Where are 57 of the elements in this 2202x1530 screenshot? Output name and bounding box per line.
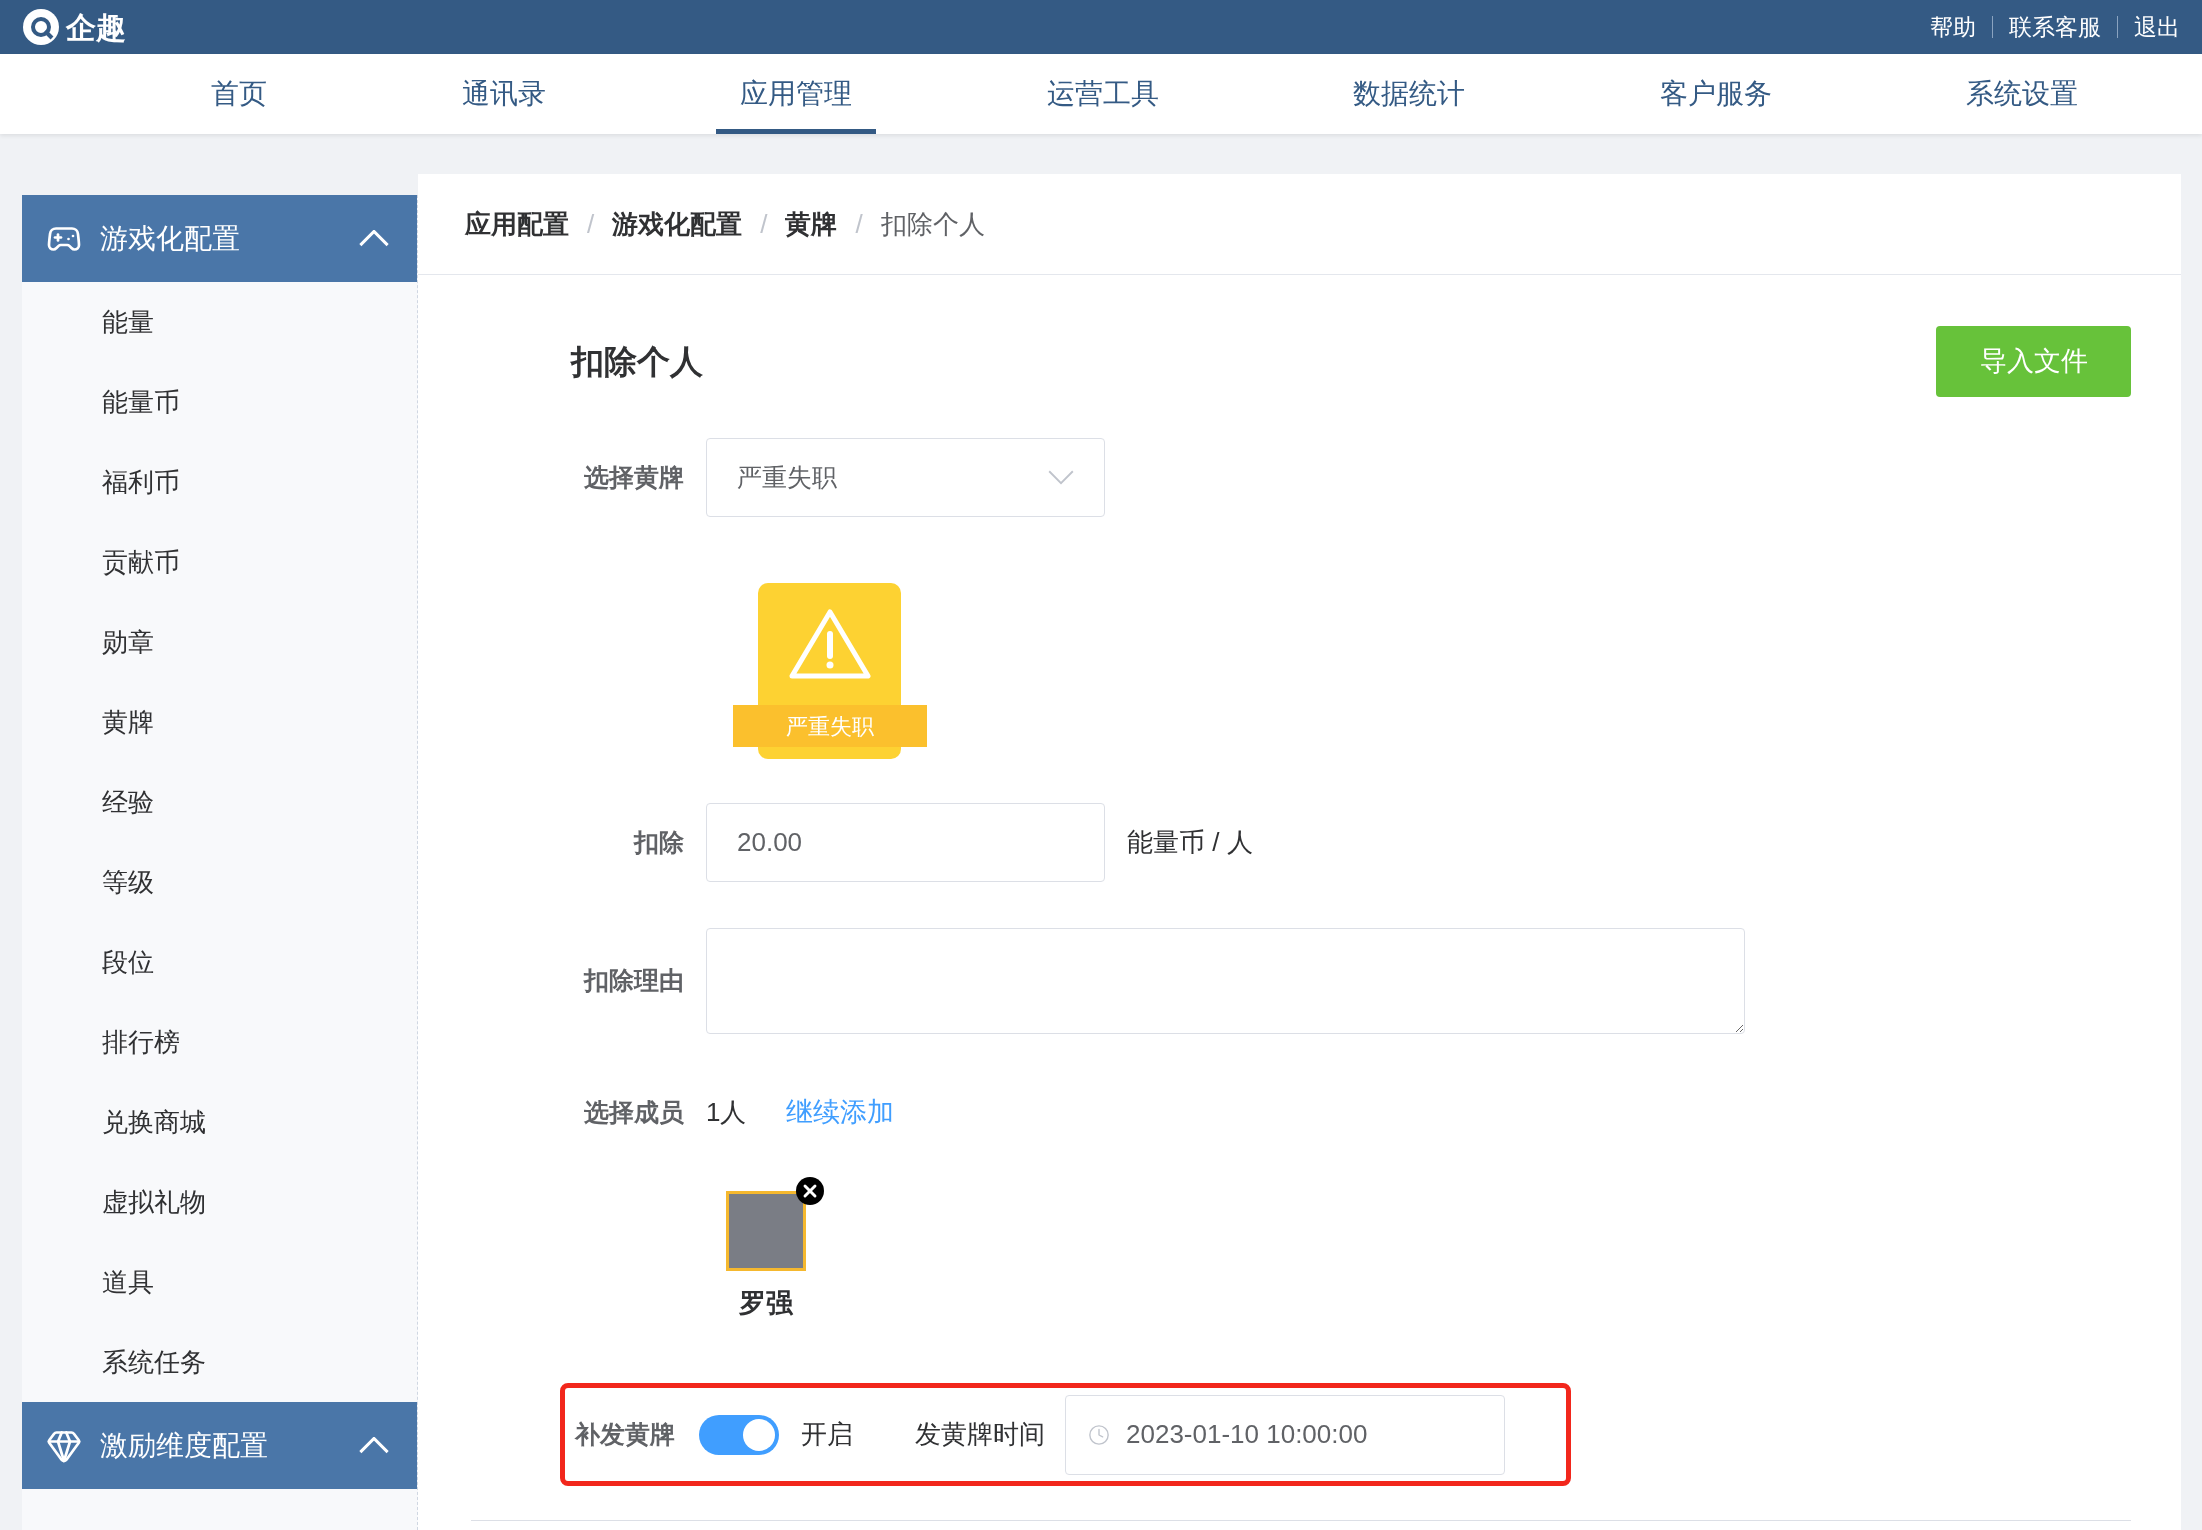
sidebar-item[interactable]: 段位 bbox=[102, 942, 154, 982]
sidebar-item[interactable]: 道具 bbox=[102, 1262, 154, 1302]
sidebar-item[interactable]: 勋章 bbox=[102, 622, 154, 662]
field-label: 扣除理由 bbox=[582, 965, 685, 997]
logo-icon bbox=[22, 8, 60, 46]
nav-tab[interactable]: 系统设置 bbox=[1942, 54, 2102, 134]
field-label: 选择黄牌 bbox=[583, 461, 685, 493]
field-label: 选择成员 bbox=[583, 1096, 685, 1128]
field-label: 补发黄牌 bbox=[573, 1418, 675, 1450]
sidebar-group-header[interactable]: 激励维度配置 bbox=[22, 1402, 417, 1489]
close-icon[interactable] bbox=[796, 1176, 824, 1205]
page-title: 扣除个人 bbox=[571, 341, 703, 382]
switch-state: 开启 bbox=[801, 1418, 853, 1451]
header-link[interactable]: 帮助 bbox=[1930, 9, 1976, 45]
sidebar-item[interactable]: 兑换商城 bbox=[102, 1102, 206, 1142]
nav-tab[interactable]: 数据统计 bbox=[1329, 54, 1489, 134]
sidebar-item[interactable]: 能量币 bbox=[102, 382, 180, 422]
sidebar-item[interactable]: 黄牌 bbox=[102, 702, 154, 742]
breadcrumb-item[interactable]: 应用配置 bbox=[465, 204, 569, 244]
sidebar-item[interactable]: 贡献币 bbox=[102, 542, 180, 582]
chevron-up-icon bbox=[359, 230, 389, 247]
breadcrumb-current: 扣除个人 bbox=[880, 207, 985, 241]
nav-tab[interactable]: 运营工具 bbox=[1022, 54, 1183, 134]
breadcrumb-separator: / bbox=[587, 207, 595, 241]
sidebar-item[interactable]: 等级 bbox=[102, 862, 154, 902]
nav-tab[interactable]: 客户服务 bbox=[1635, 54, 1796, 134]
datetime-field[interactable]: 2023-01-10 10:00:00 bbox=[1065, 1394, 1505, 1475]
sidebar-item[interactable]: 经验 bbox=[102, 782, 154, 822]
badge-ribbon: 严重失职 bbox=[733, 705, 927, 747]
nav-tab[interactable]: 首页 bbox=[187, 54, 291, 134]
input-field[interactable]: 20.00 bbox=[706, 803, 1105, 882]
unit-label: 能量币 / 人 bbox=[1127, 826, 1253, 859]
toggle-switch[interactable] bbox=[699, 1414, 779, 1455]
clock-icon bbox=[1088, 1423, 1110, 1446]
sidebar-item[interactable]: 系统任务 bbox=[102, 1342, 206, 1382]
breadcrumb-separator: / bbox=[855, 207, 863, 241]
header-link[interactable]: 退出 bbox=[2134, 9, 2180, 45]
sidebar-item[interactable]: 能量 bbox=[102, 302, 154, 342]
chevron-up-icon bbox=[359, 1437, 389, 1454]
sidebar-item[interactable]: 虚拟礼物 bbox=[102, 1182, 206, 1222]
field-label: 扣除 bbox=[632, 826, 685, 858]
field-label: 发黄牌时间 bbox=[915, 1418, 1045, 1451]
chevron-down-icon bbox=[1048, 470, 1074, 485]
breadcrumb-item[interactable]: 游戏化配置 bbox=[612, 204, 743, 244]
nav-tab[interactable]: 应用管理 bbox=[716, 54, 876, 134]
brand-name: 企趣 bbox=[66, 9, 126, 46]
sidebar-group-header[interactable]: 游戏化配置 bbox=[22, 195, 417, 282]
sidebar-item[interactable]: 福利币 bbox=[102, 462, 180, 502]
select-field[interactable]: 严重失职 bbox=[706, 438, 1105, 517]
header-link[interactable]: 联系客服 bbox=[2009, 9, 2101, 45]
member-count: 1人 bbox=[706, 1095, 747, 1129]
breadcrumb-item[interactable]: 黄牌 bbox=[785, 204, 838, 244]
warning-icon bbox=[787, 608, 872, 680]
member-name: 罗强 bbox=[739, 1286, 793, 1320]
nav-tab[interactable]: 通讯录 bbox=[437, 54, 570, 134]
sidebar-item[interactable]: 排行榜 bbox=[102, 1022, 180, 1062]
breadcrumb-separator: / bbox=[760, 207, 768, 241]
